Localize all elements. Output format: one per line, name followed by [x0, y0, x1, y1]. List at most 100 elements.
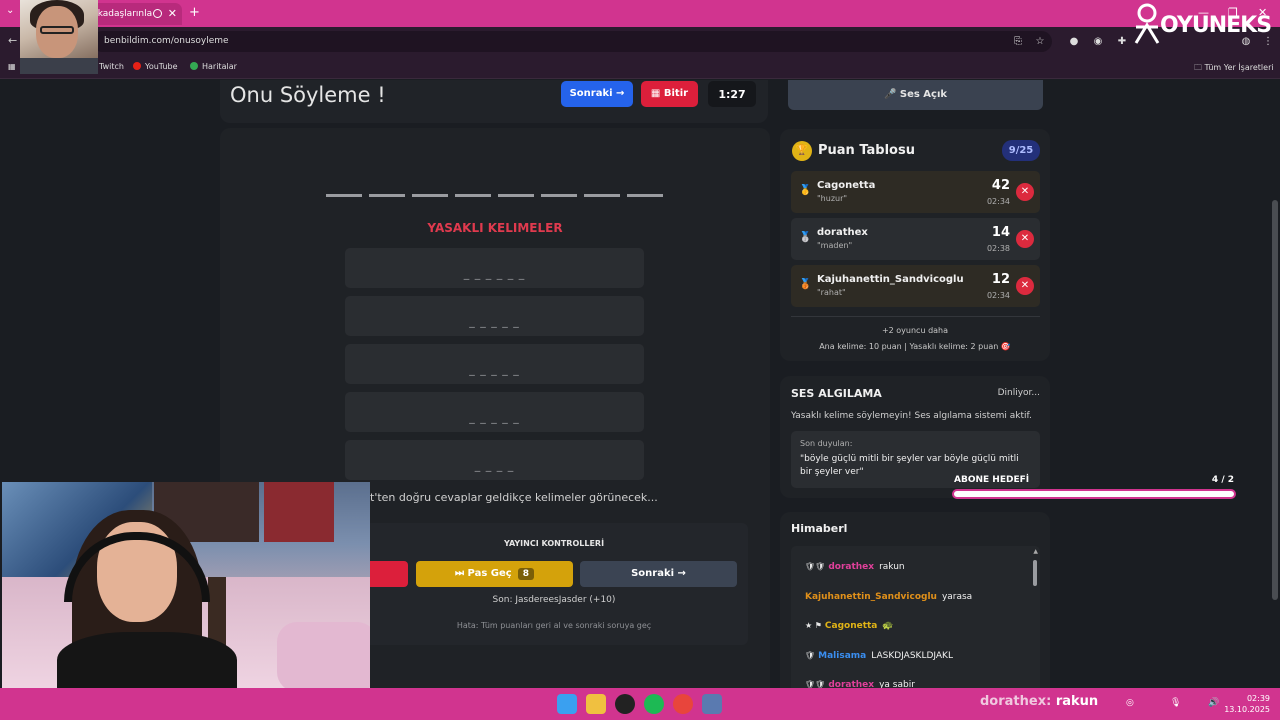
voice-status: Dinliyor... — [997, 388, 1040, 398]
active-tab[interactable]: rkadaşlarınla ✕ — [88, 3, 182, 25]
forbidden-title: YASAKLI KELIMELER — [427, 221, 563, 235]
trophy-icon: 🏆 — [792, 141, 812, 161]
tab-menu-icon[interactable]: ⌄ — [6, 5, 14, 16]
next-button-top[interactable]: Sonraki → — [561, 81, 633, 107]
player-points: 42 — [991, 178, 1010, 193]
clock-time: 02:39 — [1246, 694, 1270, 703]
badge-icon: 🛡🛡 — [805, 680, 826, 688]
mic-icon[interactable]: 🎙 — [1170, 698, 1181, 708]
more-players: +2 oyuncu daha — [881, 326, 949, 335]
player-name: Kajuhanettin_Sandvicoglu — [817, 274, 964, 285]
skip-count: 8 — [517, 568, 534, 580]
tab-title: rkadaşlarınla — [94, 9, 153, 19]
sound-toggle-button[interactable]: 🎤 Ses Açık — [788, 80, 1043, 110]
install-icon[interactable]: ⎘ — [1012, 36, 1024, 48]
chat-message: ★ ⚑ Cagonetta 🐢 — [805, 621, 894, 631]
voice-description: Yasaklı kelime söylemeyin! Ses algılama … — [791, 411, 1032, 421]
forbidden-word-box: _ _ _ _ _ — [345, 392, 644, 432]
remove-player-icon[interactable]: ✕ — [1016, 183, 1034, 201]
file-explorer-icon[interactable] — [586, 694, 606, 714]
error-hint: Hata: Tüm puanları geri al ve sonraki so… — [456, 621, 652, 630]
page-scrollbar[interactable] — [1272, 200, 1278, 600]
divider — [791, 316, 1040, 317]
chat-box: ▲ 🛡🛡 dorathex rakun Kajuhanettin_Sandvicog… — [791, 546, 1040, 688]
forbidden-word-box: _ _ _ _ — [345, 440, 644, 480]
medal-icon: 🥇 — [799, 185, 812, 196]
webcam-streamer — [20, 0, 98, 74]
heard-label: Son duyulan: — [800, 439, 853, 448]
browser-tab-bar: ⌄ rkadaşlarınla ✕ + — ❐ ✕ — [0, 0, 1280, 27]
bookmark-youtube[interactable]: YouTube — [133, 62, 178, 71]
volume-icon[interactable]: 🔊 — [1208, 698, 1219, 708]
all-bookmarks[interactable]: 🗀 Tüm Yer İşaretleri — [1194, 62, 1274, 76]
chat-title: Himaberl — [791, 522, 848, 535]
finish-button[interactable]: ▦ Bitir — [641, 81, 698, 107]
score-row: 🥉 Kajuhanettin_Sandvicoglu "rahat" 12 02… — [791, 265, 1040, 307]
star-badge-icon: ★ ⚑ — [805, 621, 822, 630]
steam-icon[interactable]: ◎ — [1126, 698, 1134, 708]
bookmarks-bar: ▦ Twitch YouTube Haritalar 🗀 Tüm Yer İşa… — [0, 56, 1280, 79]
remove-player-icon[interactable]: ✕ — [1016, 230, 1034, 248]
bookmark-twitch[interactable]: Twitch — [99, 62, 124, 71]
chat-card: Himaberl ▲ 🛡🛡 dorathex rakun Kajuhanettin_… — [780, 512, 1050, 688]
goal-progress-bar — [952, 489, 1236, 499]
goal-count: 4 / 2 — [1211, 475, 1234, 485]
chrome-icon[interactable] — [673, 694, 693, 714]
apps-icon[interactable]: ▦ — [8, 62, 16, 71]
round-badge: 9/25 — [1002, 140, 1040, 161]
chat-message: 🛡 Malisama LASKDJASKLDJAKL — [805, 651, 953, 661]
player-name: Cagonetta — [817, 180, 876, 191]
extensions-puzzle-icon[interactable]: ✚ — [1116, 36, 1128, 48]
bookmark-star-icon[interactable]: ☆ — [1034, 36, 1046, 48]
skip-button[interactable]: ⏭ Pas Geç 8 — [416, 561, 573, 587]
scoreboard-title: Puan Tablosu — [818, 143, 915, 158]
new-tab-icon[interactable]: + — [189, 5, 200, 20]
skip-icon: ⏭ — [455, 568, 468, 579]
start-icon[interactable] — [557, 694, 577, 714]
last-correct: Son: JasdereesJasder (+10) — [492, 595, 616, 605]
taskbar: dorathex: rakun ◎ 🎙 🔊 02:39 13.10.2025 — [0, 688, 1280, 720]
player-name: dorathex — [817, 227, 868, 238]
extension-icon[interactable]: ● — [1068, 36, 1080, 48]
score-row: 🥈 dorathex "maden" 14 02:38 ✕ — [791, 218, 1040, 260]
scroll-up-icon[interactable]: ▲ — [1033, 548, 1038, 555]
next-button[interactable]: Sonraki → — [580, 561, 737, 587]
chat-message: 🛡🛡 dorathex rakun — [805, 562, 905, 572]
spotify-icon[interactable] — [644, 694, 664, 714]
forbidden-word-box: _ _ _ _ _ _ — [345, 248, 644, 288]
maps-icon — [190, 62, 198, 70]
logo-figure-icon — [1134, 3, 1160, 44]
remove-player-icon[interactable]: ✕ — [1016, 277, 1034, 295]
player-points: 14 — [991, 225, 1010, 240]
medal-icon: 🥉 — [799, 279, 812, 290]
player-word: "maden" — [817, 241, 853, 250]
forbidden-word-box: _ _ _ _ _ — [345, 296, 644, 336]
player-time: 02:34 — [986, 291, 1010, 300]
back-icon[interactable]: ← — [8, 34, 17, 47]
badge-icon: 🛡🛡 — [805, 562, 826, 571]
controls-title: YAYINCI KONTROLLERİ — [503, 539, 605, 548]
medal-icon: 🥈 — [799, 232, 812, 243]
bookmark-maps[interactable]: Haritalar — [190, 62, 237, 71]
recording-icon — [153, 9, 162, 18]
url-field[interactable]: benbildim.com/onusoyleme — [92, 31, 1052, 52]
hint-text: t'ten doğru cevaplar geldikçe kelimeler … — [370, 491, 658, 504]
webcam-guest — [2, 482, 370, 689]
tab-close-icon[interactable]: ✕ — [168, 7, 177, 20]
forbidden-word-box: _ _ _ _ _ — [345, 344, 644, 384]
app-icon[interactable] — [702, 694, 722, 714]
clock[interactable]: 02:39 13.10.2025 — [1224, 693, 1270, 715]
obs-icon[interactable] — [615, 694, 635, 714]
chat-scrollbar[interactable] — [1033, 560, 1037, 586]
voice-title: SES ALGILAMA — [791, 387, 882, 400]
extension-icon-2[interactable]: ◉ — [1092, 36, 1104, 48]
microphone-icon: 🎤 — [883, 89, 900, 100]
chat-message: Kajuhanettin_Sandvicoglu yarasa — [805, 592, 973, 602]
chat-ticker: dorathex: rakun — [980, 694, 1099, 709]
score-rules: Ana kelime: 10 puan | Yasaklı kelime: 2 … — [819, 342, 1011, 351]
score-row: 🥇 Cagonetta "huzur" 42 02:34 ✕ — [791, 171, 1040, 213]
goal-label: ABONE HEDEFİ — [954, 475, 1030, 485]
address-bar-row: ← benbildim.com/onusoyleme ⎘ ☆ ● ◉ ✚ ◍ ⋮ — [0, 27, 1280, 56]
player-time: 02:38 — [986, 244, 1010, 253]
flag-icon: ▦ — [650, 88, 664, 99]
